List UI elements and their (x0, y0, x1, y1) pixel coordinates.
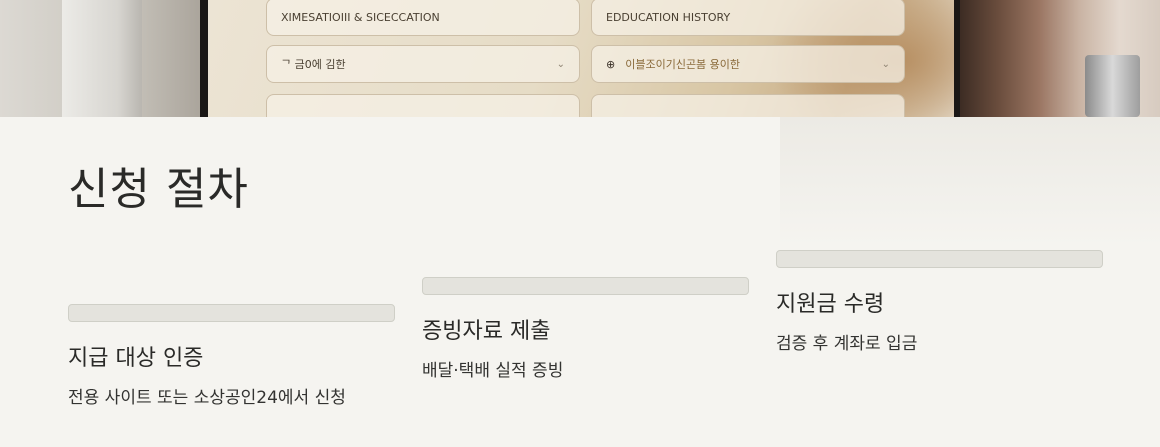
screen-field-education: EDDUCATION HISTORY (591, 0, 905, 36)
step-bar (68, 304, 395, 322)
person-icon: ⊕ (606, 57, 616, 71)
step-description: 배달·택배 실적 증빙 (422, 361, 564, 381)
screen-field-label: 이블조이기신곤봄 용이한 (625, 58, 741, 71)
screen-field-label: ᄀ 금0에 김한 (281, 58, 346, 71)
screen-field-label: EDDUCATION HISTORY (606, 10, 731, 24)
step-title: 지급 대상 인증 (68, 346, 204, 371)
screen-field-application: XIMESATIOIII & SICECCATION (266, 0, 580, 36)
chevron-down-icon: ⌄ (881, 58, 890, 70)
section-title: 신청 절차 (68, 164, 249, 215)
step-bar (776, 250, 1103, 268)
step-card-1: 지급 대상 인증 전용 사이트 또는 소상공인24에서 신청 (68, 304, 395, 410)
screen-field-partial-1 (266, 94, 580, 117)
step-title: 지원금 수령 (776, 292, 885, 317)
monitor-screen: XIMESATIOIII & SICECCATION EDDUCATION HI… (208, 0, 954, 117)
step-bar (422, 277, 749, 295)
cup-image (1085, 55, 1140, 117)
screen-field-partial-2 (591, 94, 905, 117)
chevron-down-icon: ⌄ (556, 58, 565, 70)
screen-field-label: XIMESATIOIII & SICECCATION (281, 10, 440, 24)
step-title: 증빙자료 제출 (422, 319, 551, 344)
hero-image: XIMESATIOIII & SICECCATION EDDUCATION HI… (0, 0, 1160, 117)
step-description: 전용 사이트 또는 소상공인24에서 신청 (68, 388, 346, 408)
vase-image (62, 0, 142, 117)
background-fade (780, 117, 1160, 247)
step-card-3: 지원금 수령 검증 후 계좌로 입금 (776, 250, 1103, 356)
screen-field-select-1: ᄀ 금0에 김한 ⌄ (266, 45, 580, 83)
step-card-2: 증빙자료 제출 배달·택배 실적 증빙 (422, 277, 749, 383)
screen-field-select-2: ⊕ 이블조이기신곤봄 용이한 ⌄ (591, 45, 905, 83)
step-description: 검증 후 계좌로 입금 (776, 334, 918, 354)
